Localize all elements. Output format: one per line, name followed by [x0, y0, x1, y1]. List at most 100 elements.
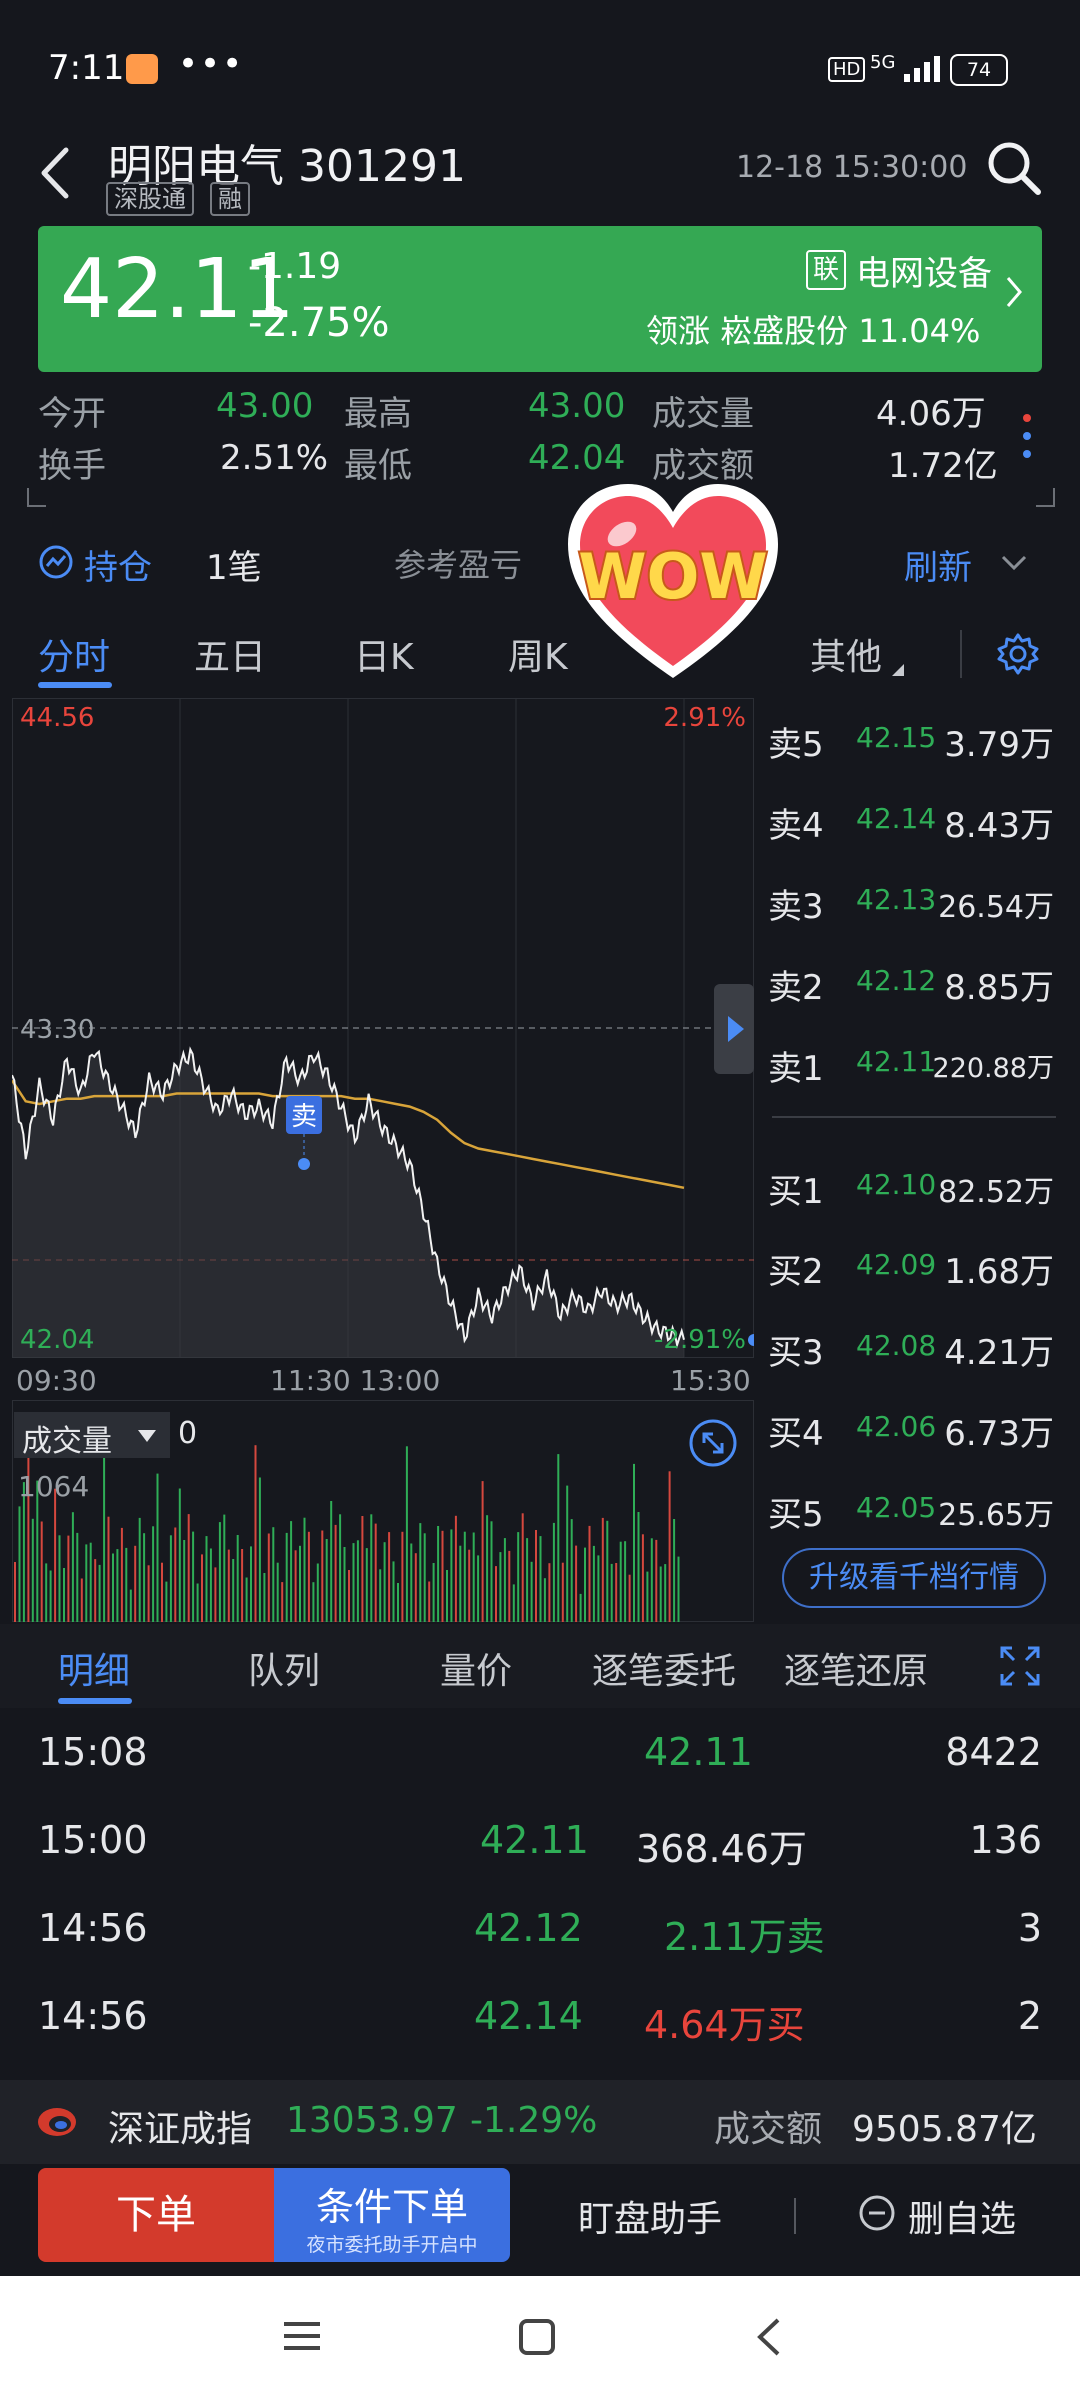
- trade-time: 14:56: [38, 1906, 148, 1950]
- pct-top-label: 2.91%: [663, 703, 746, 733]
- tab-tick-orders[interactable]: 逐笔委托: [592, 1642, 736, 1694]
- holdings-bar[interactable]: 持仓 1笔 参考盈亏 刷新: [0, 520, 1080, 608]
- tab-queue[interactable]: 队列: [248, 1642, 320, 1694]
- bid-4-row[interactable]: 买4 42.06 6.73万: [768, 1396, 1068, 1456]
- volume-bar: [54, 1488, 57, 1622]
- volume-bar: [116, 1549, 119, 1622]
- sector-name[interactable]: 电网设备: [856, 246, 992, 295]
- remove-watchlist-button[interactable]: 删自选: [908, 2190, 1016, 2242]
- volume-bar: [459, 1545, 462, 1622]
- tab-tick-restore[interactable]: 逐笔还原: [784, 1642, 928, 1694]
- menu-icon[interactable]: [282, 2318, 322, 2354]
- trade-amount: 4.64万买: [644, 2003, 805, 2047]
- remove-circle-icon[interactable]: [858, 2194, 896, 2232]
- home-icon[interactable]: [518, 2318, 556, 2356]
- volume-bar: [312, 1582, 315, 1622]
- tab-five-day[interactable]: 五日: [194, 628, 266, 680]
- tab-daily-k[interactable]: 日K: [354, 628, 414, 680]
- volume-bar: [659, 1566, 662, 1622]
- volume-bar: [85, 1544, 88, 1622]
- sell-marker-dot: [298, 1158, 310, 1170]
- tab-details[interactable]: 明细: [58, 1642, 130, 1694]
- ask-2-row[interactable]: 卖2 42.12 8.85万: [768, 950, 1068, 1010]
- watch-assistant-button[interactable]: 盯盘助手: [578, 2190, 722, 2242]
- ask-5-row[interactable]: 卖5 42.15 3.79万: [768, 707, 1068, 767]
- upgrade-depth-button[interactable]: 升级看千档行情: [782, 1548, 1046, 1608]
- chevron-right-icon[interactable]: [1002, 272, 1026, 312]
- trade-count: 3: [1017, 1906, 1042, 1950]
- trade-count: 2: [1017, 1994, 1042, 2038]
- volume-bar: [321, 1530, 324, 1622]
- bid-1-row[interactable]: 买1 42.10 82.52万: [768, 1154, 1068, 1214]
- volume-bar: [606, 1520, 609, 1622]
- ask-price: 42.14: [856, 802, 937, 835]
- back-icon[interactable]: [30, 138, 78, 208]
- volume-bar: [441, 1530, 444, 1622]
- bid-5-row[interactable]: 买5 42.05 25.65万: [768, 1477, 1068, 1537]
- index-ticker-bar[interactable]: 深证成指 13053.97 -1.29% 成交额 9505.87亿: [0, 2080, 1080, 2164]
- open-value: 43.00: [216, 386, 314, 426]
- conditional-order-label: 条件下单: [315, 2185, 468, 2229]
- trade-amount: 368.46万: [636, 1827, 807, 1871]
- action-divider: [794, 2198, 796, 2234]
- sell-marker-text: 卖: [291, 1102, 317, 1132]
- tab-volume-price[interactable]: 量价: [440, 1642, 512, 1694]
- stats-corner-marks: [27, 488, 1055, 507]
- volume-bar: [655, 1539, 658, 1622]
- volume-bar: [668, 1471, 671, 1622]
- search-icon[interactable]: [984, 138, 1044, 198]
- tab-weekly-k[interactable]: 周K: [508, 628, 568, 680]
- more-options-icon[interactable]: [1018, 408, 1036, 468]
- time-start: 09:30: [16, 1364, 97, 1397]
- intraday-chart[interactable]: 44.56 43.30 42.04 2.91% -2.91% 卖: [12, 698, 754, 1358]
- index-amount-label: 成交额: [714, 2109, 823, 2150]
- volume-indicator-select[interactable]: 成交量: [14, 1412, 170, 1459]
- chevron-down-icon[interactable]: [1000, 554, 1028, 572]
- index-amount: 9505.87亿: [852, 2109, 1037, 2150]
- ask-4-row[interactable]: 卖4 42.14 8.43万: [768, 788, 1068, 848]
- volume-bar: [673, 1519, 676, 1622]
- pct-bottom-label: -2.91%: [654, 1325, 746, 1355]
- place-order-button[interactable]: 下单: [38, 2168, 274, 2262]
- conditional-order-button[interactable]: 条件下单 夜市委托助手开启中: [274, 2168, 510, 2262]
- bid-2-row[interactable]: 买2 42.09 1.68万: [768, 1234, 1068, 1294]
- volume-bar: [637, 1512, 640, 1622]
- tab-intraday[interactable]: 分时: [38, 628, 110, 680]
- volume-bar: [486, 1515, 489, 1622]
- fullscreen-icon[interactable]: [998, 1644, 1042, 1688]
- volume-bar: [80, 1578, 83, 1622]
- volume-bar: [454, 1515, 457, 1622]
- volume-bar: [94, 1559, 97, 1622]
- holdings-count: 1笔: [206, 548, 262, 588]
- tab-other[interactable]: 其他: [810, 628, 882, 680]
- volume-bar: [58, 1535, 61, 1622]
- volume-bar: [650, 1538, 653, 1622]
- expand-chart-icon[interactable]: [688, 1418, 738, 1468]
- volume-bar: [552, 1522, 555, 1622]
- bid-label: 买1: [768, 1172, 824, 1212]
- volume-bar: [365, 1548, 368, 1622]
- bid-3-row[interactable]: 买3 42.08 4.21万: [768, 1315, 1068, 1375]
- price-banner[interactable]: 42.11 -1.19 -2.75% 联 电网设备 领涨 崧盛股份 11.04%: [38, 226, 1042, 372]
- trade-price: 42.11: [480, 1818, 589, 1862]
- volume-bar: [276, 1562, 279, 1622]
- volume-bar: [392, 1561, 395, 1622]
- trade-amount: 2.11万卖: [664, 1915, 825, 1959]
- holdings-label[interactable]: 持仓: [84, 540, 152, 589]
- detail-tabs: 明细 队列 量价 逐笔委托 逐笔还原: [0, 1624, 1080, 1708]
- volume-bar: [499, 1552, 502, 1622]
- bid-price: 42.10: [856, 1168, 937, 1201]
- low-label: 最低: [344, 446, 412, 486]
- time-axis: 09:30 11:30 13:00 15:30: [12, 1358, 754, 1398]
- volume-bar: [557, 1454, 560, 1622]
- refresh-button[interactable]: 刷新: [904, 540, 972, 589]
- ask-3-row[interactable]: 卖3 42.13 26.54万: [768, 869, 1068, 929]
- volume-bar: [254, 1445, 257, 1622]
- gear-icon[interactable]: [996, 632, 1040, 676]
- conditional-order-sublabel: 夜市委托助手开启中: [306, 2234, 478, 2256]
- ask-1-row[interactable]: 卖1 42.11 220.88万: [768, 1031, 1068, 1091]
- time-end: 15:30: [670, 1364, 751, 1397]
- volume-bar: [263, 1573, 266, 1622]
- back-nav-icon[interactable]: [754, 2316, 784, 2358]
- ask-label: 卖3: [768, 887, 824, 927]
